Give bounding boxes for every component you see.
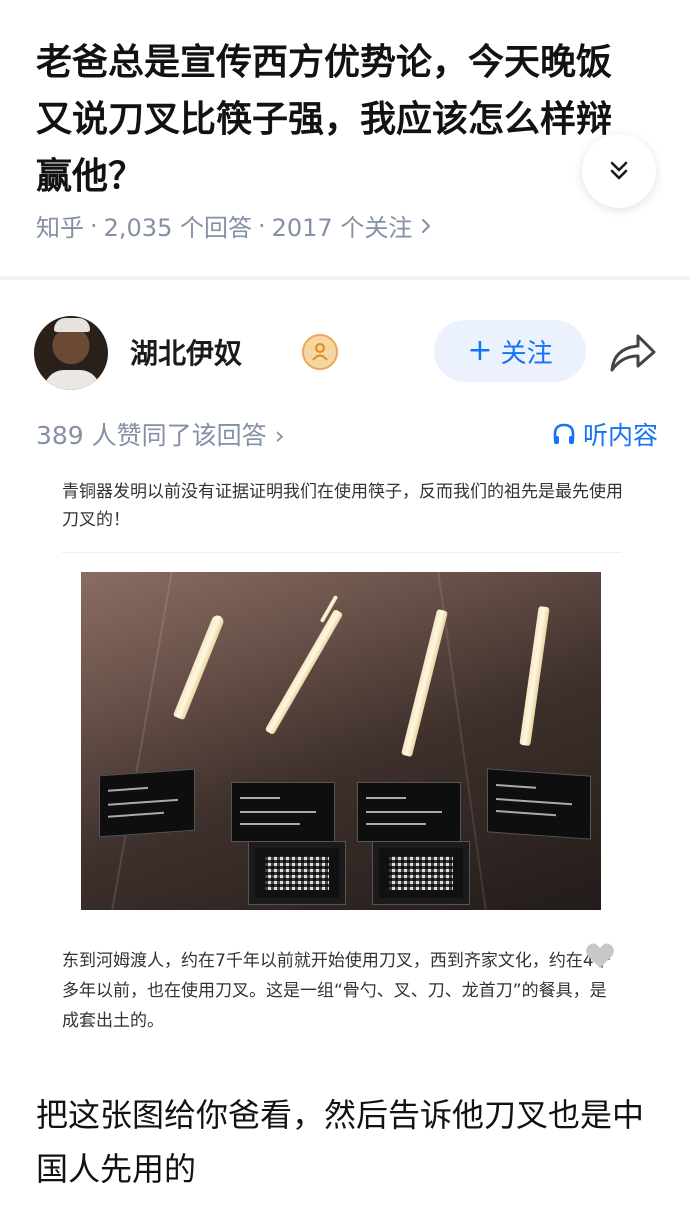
bone-spoon xyxy=(172,613,226,721)
placard-text-line xyxy=(496,809,556,817)
heart-watermark-icon xyxy=(586,943,614,968)
embedded-caption-bottom: 东到河姆渡人，约在7千年以前就开始使用刀叉，西到齐家文化，约在4千多年以前，也在… xyxy=(62,951,611,1031)
separator-dot: · xyxy=(90,211,98,240)
avatar-robe xyxy=(44,370,100,390)
follower-count: 2017 个关注 xyxy=(271,214,413,242)
qr-code xyxy=(389,856,453,890)
listen-button[interactable]: 听内容 xyxy=(551,416,658,452)
share-arrow-icon[interactable] xyxy=(608,330,658,374)
placard-text-line xyxy=(108,811,164,818)
answer-count: 2,035 个回答 xyxy=(103,214,252,242)
avatar-cap xyxy=(54,318,90,332)
embedded-divider xyxy=(62,552,622,553)
double-chevron-down-icon xyxy=(610,161,628,180)
avatar[interactable] xyxy=(34,316,108,390)
plus-icon: + xyxy=(467,333,493,368)
placard-text-line xyxy=(366,823,426,825)
qr-code-placard xyxy=(248,841,346,905)
placard-text-line xyxy=(240,797,280,799)
placard-text-line xyxy=(240,823,300,825)
person-badge-icon xyxy=(302,334,338,370)
placard-text-line xyxy=(496,797,572,806)
bone-knife xyxy=(401,608,448,758)
headphones-icon xyxy=(553,423,575,444)
chevron-right-icon: › xyxy=(274,421,285,450)
placard-text-line xyxy=(366,797,406,799)
exhibit-placard xyxy=(487,768,591,840)
vote-count[interactable]: 389 人赞同了该回答 › xyxy=(36,416,285,452)
author-name[interactable]: 湖北伊奴 xyxy=(130,332,242,372)
expand-question-button[interactable] xyxy=(582,134,656,208)
separator-dot: · xyxy=(257,211,266,240)
placard-text-line xyxy=(496,783,536,789)
exhibit-placard xyxy=(231,782,335,842)
embedded-image[interactable]: 青铜器发明以前没有证据证明我们在使用筷子，反而我们的祖先是最先使用刀叉的！ 东到… xyxy=(38,462,652,1054)
chevron-right-icon xyxy=(422,218,431,233)
listen-label: 听内容 xyxy=(582,421,658,450)
author-row: 湖北伊奴 + 关注 xyxy=(34,316,658,390)
placard-text-line xyxy=(108,798,178,806)
qr-code xyxy=(265,856,329,890)
follow-button[interactable]: + 关注 xyxy=(434,320,586,382)
exhibit-placard xyxy=(357,782,461,842)
museum-photo xyxy=(81,572,601,910)
question-title: 老爸总是宣传西方优势论，今天晚饭又说刀叉比筷子强，我应该怎么样辩赢他？ xyxy=(36,42,613,197)
placard-text-line xyxy=(240,811,316,813)
placard-text-line xyxy=(108,786,148,792)
section-divider xyxy=(0,276,690,280)
glass-reflection xyxy=(111,572,173,910)
placard-text-line xyxy=(366,811,442,813)
vote-text: 389 人赞同了该回答 xyxy=(36,421,267,450)
dragon-head-knife xyxy=(519,605,550,747)
embedded-caption-top: 青铜器发明以前没有证据证明我们在使用筷子，反而我们的祖先是最先使用刀叉的！ xyxy=(62,482,623,530)
exhibit-placard xyxy=(99,768,195,838)
person-glyph-icon xyxy=(312,343,328,361)
answer-text: 把这张图给你爸看，然后告诉他刀叉也是中国人先用的 xyxy=(36,1096,645,1188)
source-label: 知乎 xyxy=(36,214,84,242)
qr-code-placard xyxy=(372,841,470,905)
follow-label: 关注 xyxy=(500,338,553,369)
bone-fork xyxy=(264,608,344,736)
question-meta[interactable]: 知乎 · 2,035 个回答 · 2017 个关注 xyxy=(36,208,434,243)
